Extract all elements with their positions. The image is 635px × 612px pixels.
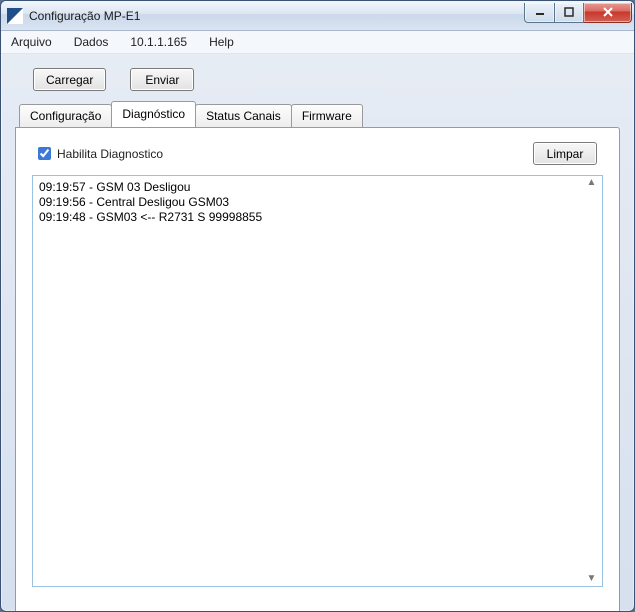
menubar: Arquivo Dados 10.1.1.165 Help bbox=[1, 31, 634, 54]
tabstrip: Configuração Diagnóstico Status Canais F… bbox=[15, 103, 620, 127]
titlebar: Configuração MP-E1 bbox=[1, 1, 634, 31]
carregar-button[interactable]: Carregar bbox=[33, 68, 106, 91]
maximize-button[interactable] bbox=[554, 3, 584, 23]
app-window: Configuração MP-E1 Arquivo Dados 10.1.1.… bbox=[0, 0, 635, 612]
tab-status-canais[interactable]: Status Canais bbox=[195, 104, 292, 128]
minimize-icon bbox=[535, 7, 545, 17]
limpar-button[interactable]: Limpar bbox=[533, 142, 597, 165]
minimize-button[interactable] bbox=[524, 3, 554, 23]
client-area: Carregar Enviar Configuração Diagnóstico… bbox=[1, 54, 634, 612]
tab-firmware[interactable]: Firmware bbox=[291, 104, 363, 128]
app-icon bbox=[7, 8, 23, 24]
maximize-icon bbox=[564, 7, 574, 17]
tab-diagnostico[interactable]: Diagnóstico bbox=[111, 101, 196, 127]
scroll-down-icon: ▼ bbox=[583, 574, 600, 584]
scroll-up-icon: ▲ bbox=[583, 178, 600, 188]
diag-log[interactable]: 09:19:57 - GSM 03 Desligou09:19:56 - Cen… bbox=[32, 175, 603, 587]
enable-diag-label: Habilita Diagnostico bbox=[57, 147, 163, 161]
menu-help[interactable]: Help bbox=[209, 35, 234, 49]
log-line: 09:19:48 - GSM03 <-- R2731 S 99998855 bbox=[39, 210, 582, 225]
enable-diag-wrap: Habilita Diagnostico bbox=[38, 147, 163, 161]
scrollbar: ▲ ▼ bbox=[583, 178, 600, 584]
window-title: Configuração MP-E1 bbox=[29, 9, 140, 23]
toolbar: Carregar Enviar bbox=[15, 60, 620, 103]
close-icon bbox=[602, 7, 614, 17]
log-line: 09:19:56 - Central Desligou GSM03 bbox=[39, 195, 582, 210]
menu-arquivo[interactable]: Arquivo bbox=[11, 35, 52, 49]
close-button[interactable] bbox=[584, 3, 632, 23]
log-line: 09:19:57 - GSM 03 Desligou bbox=[39, 180, 582, 195]
window-controls bbox=[524, 3, 632, 23]
diag-log-content: 09:19:57 - GSM 03 Desligou09:19:56 - Cen… bbox=[39, 180, 582, 225]
enable-diag-checkbox[interactable] bbox=[38, 147, 51, 160]
tab-configuracao[interactable]: Configuração bbox=[19, 104, 112, 128]
menu-dados[interactable]: Dados bbox=[74, 35, 109, 49]
menu-ip[interactable]: 10.1.1.165 bbox=[130, 35, 187, 49]
tab-panel-diagnostico: Habilita Diagnostico Limpar 09:19:57 - G… bbox=[15, 127, 620, 612]
enviar-button[interactable]: Enviar bbox=[130, 68, 194, 91]
